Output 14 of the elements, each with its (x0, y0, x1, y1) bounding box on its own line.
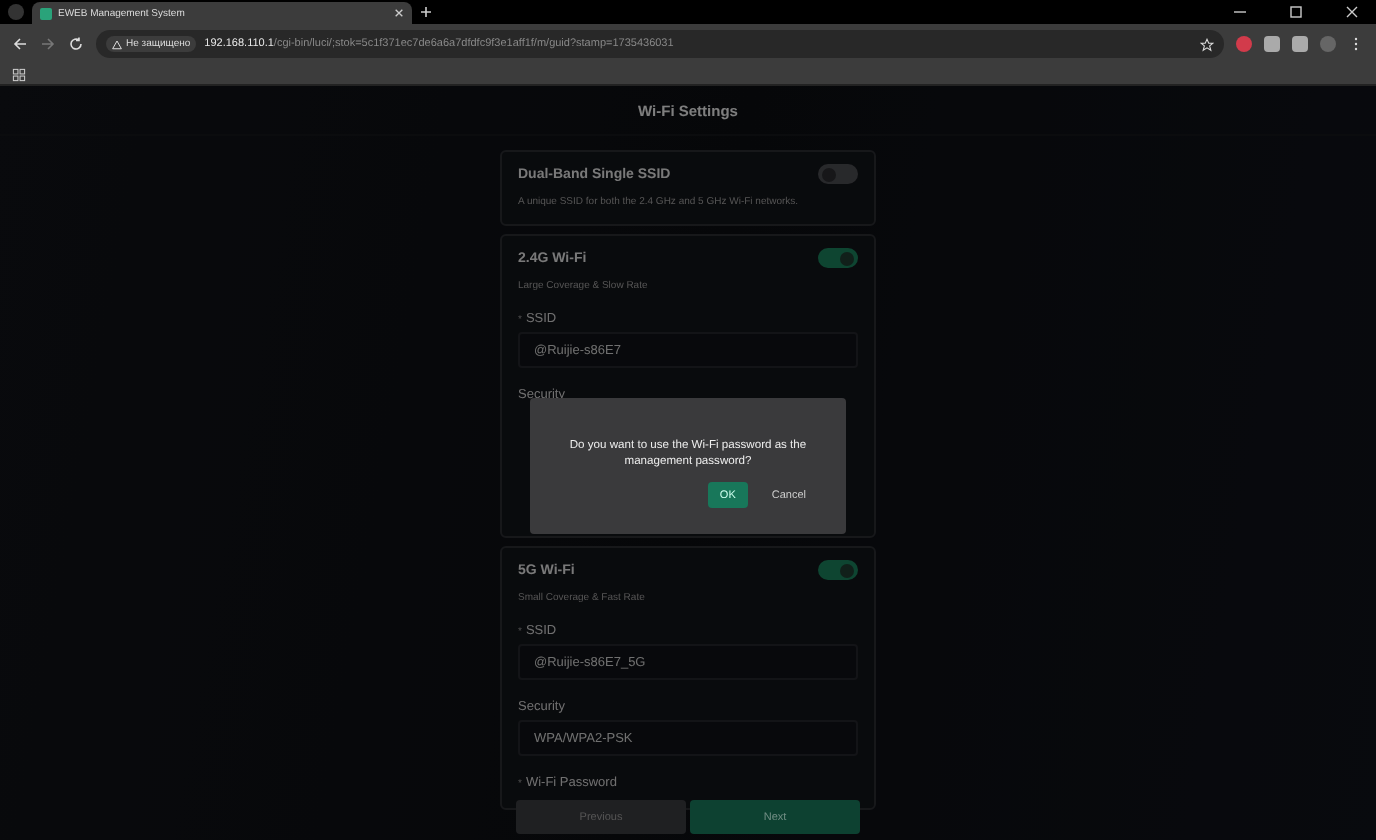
star-icon[interactable] (1200, 37, 1214, 51)
apps-grid-icon[interactable] (12, 67, 26, 81)
toggle-switch[interactable] (818, 560, 858, 580)
back-arrow-icon[interactable] (12, 36, 28, 52)
close-icon[interactable] (394, 8, 404, 18)
close-icon[interactable] (1344, 4, 1360, 20)
toggle-switch[interactable] (818, 248, 858, 268)
forward-arrow-icon[interactable] (40, 36, 56, 52)
warning-triangle-icon (112, 39, 122, 49)
plus-icon[interactable] (420, 6, 432, 18)
site-favicon-icon (40, 7, 52, 19)
maximize-icon[interactable] (1288, 4, 1304, 20)
toggle-switch[interactable] (818, 164, 858, 184)
reload-icon[interactable] (68, 36, 84, 52)
